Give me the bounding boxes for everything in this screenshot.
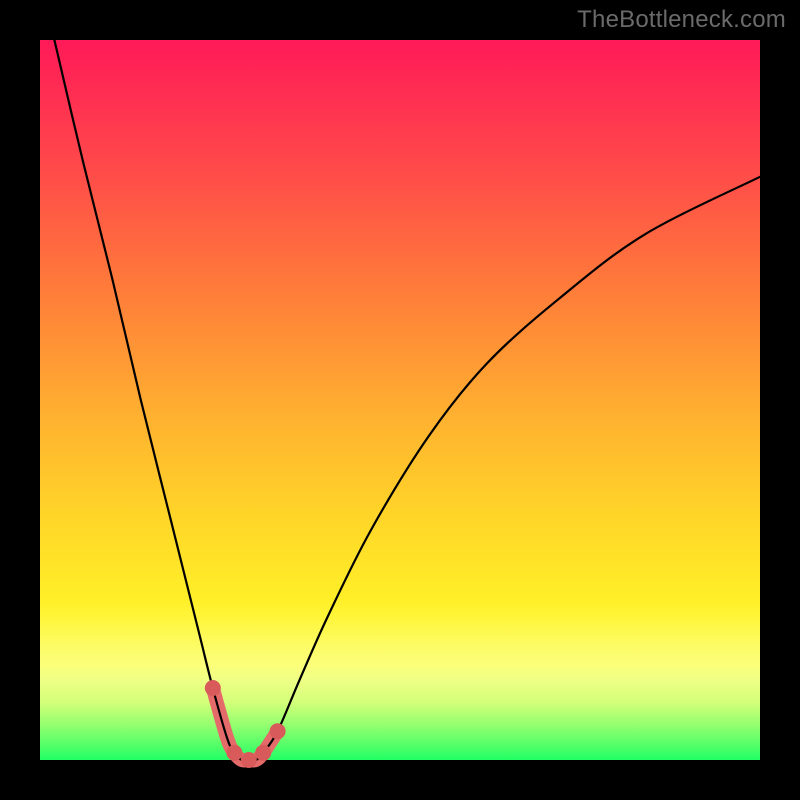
bottleneck-curve-line	[54, 40, 760, 761]
trough-marker-dot	[226, 745, 242, 761]
watermark-text: TheBottleneck.com	[577, 6, 786, 34]
trough-marker-dot	[270, 723, 286, 739]
trough-marker-dot	[241, 752, 257, 768]
trough-marker-dot	[255, 745, 271, 761]
trough-marker-dot	[205, 680, 221, 696]
plot-area	[40, 40, 760, 760]
curve-layer	[40, 40, 760, 760]
chart-frame: TheBottleneck.com	[0, 0, 800, 800]
